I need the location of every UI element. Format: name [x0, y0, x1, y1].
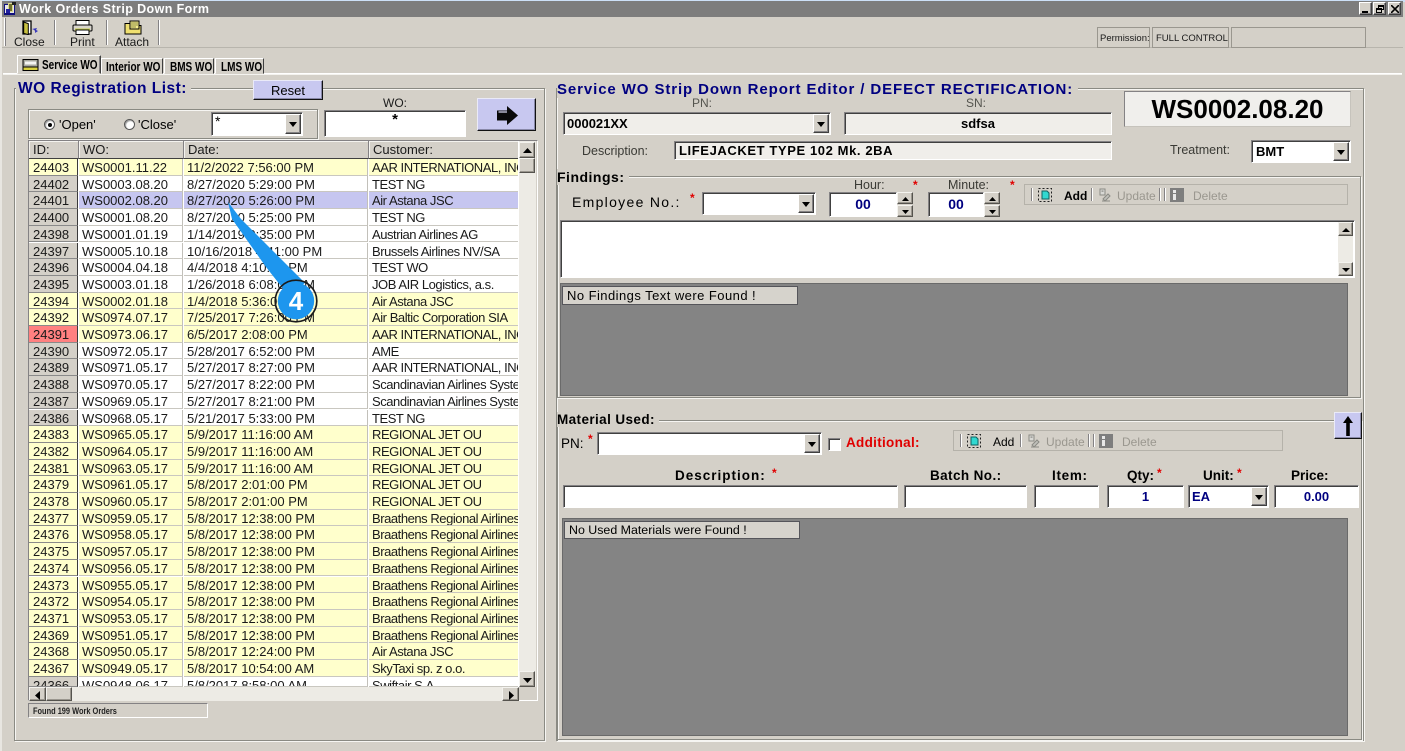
svg-text:4: 4 [289, 286, 304, 316]
